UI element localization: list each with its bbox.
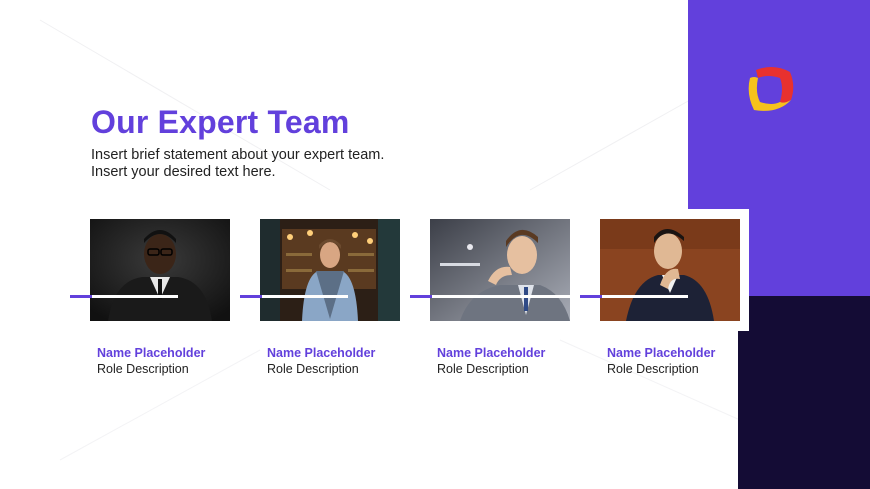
team-photo-4 [600, 219, 740, 321]
member-role: Role Description [437, 362, 529, 376]
accent-line-purple [580, 295, 602, 298]
accent-line-white [92, 295, 178, 298]
accent-line-purple [240, 295, 262, 298]
team-photo-3 [430, 219, 570, 321]
member-name: Name Placeholder [97, 346, 206, 360]
intro-line-1: Insert brief statement about your expert… [91, 147, 385, 163]
decor-dark-panel [738, 296, 870, 489]
accent-line-2 [240, 295, 348, 298]
accent-line-purple [70, 295, 92, 298]
team-member-1: Name Placeholder Role Description [97, 345, 257, 377]
accent-line-4 [580, 295, 688, 298]
team-photo-2 [260, 219, 400, 321]
accent-line-white [602, 295, 688, 298]
member-name: Name Placeholder [267, 346, 376, 360]
team-member-2: Name Placeholder Role Description [267, 345, 427, 377]
accent-line-3 [410, 295, 570, 298]
intro-statement: Insert brief statement about your expert… [91, 147, 511, 181]
page-title: Our Expert Team [91, 104, 350, 140]
accent-line-white [262, 295, 348, 298]
team-photo-1 [90, 219, 230, 321]
accent-line-1 [70, 295, 178, 298]
accent-line-purple [410, 295, 432, 298]
team-member-3: Name Placeholder Role Description [437, 345, 597, 377]
member-role: Role Description [267, 362, 359, 376]
member-name: Name Placeholder [437, 346, 546, 360]
member-role: Role Description [97, 362, 189, 376]
intro-line-2: Insert your desired text here. [91, 164, 276, 180]
member-name: Name Placeholder [607, 346, 716, 360]
accent-line-white [432, 295, 570, 298]
member-role: Role Description [607, 362, 699, 376]
team-member-4: Name Placeholder Role Description [607, 345, 767, 377]
brand-logo-icon [748, 66, 794, 111]
